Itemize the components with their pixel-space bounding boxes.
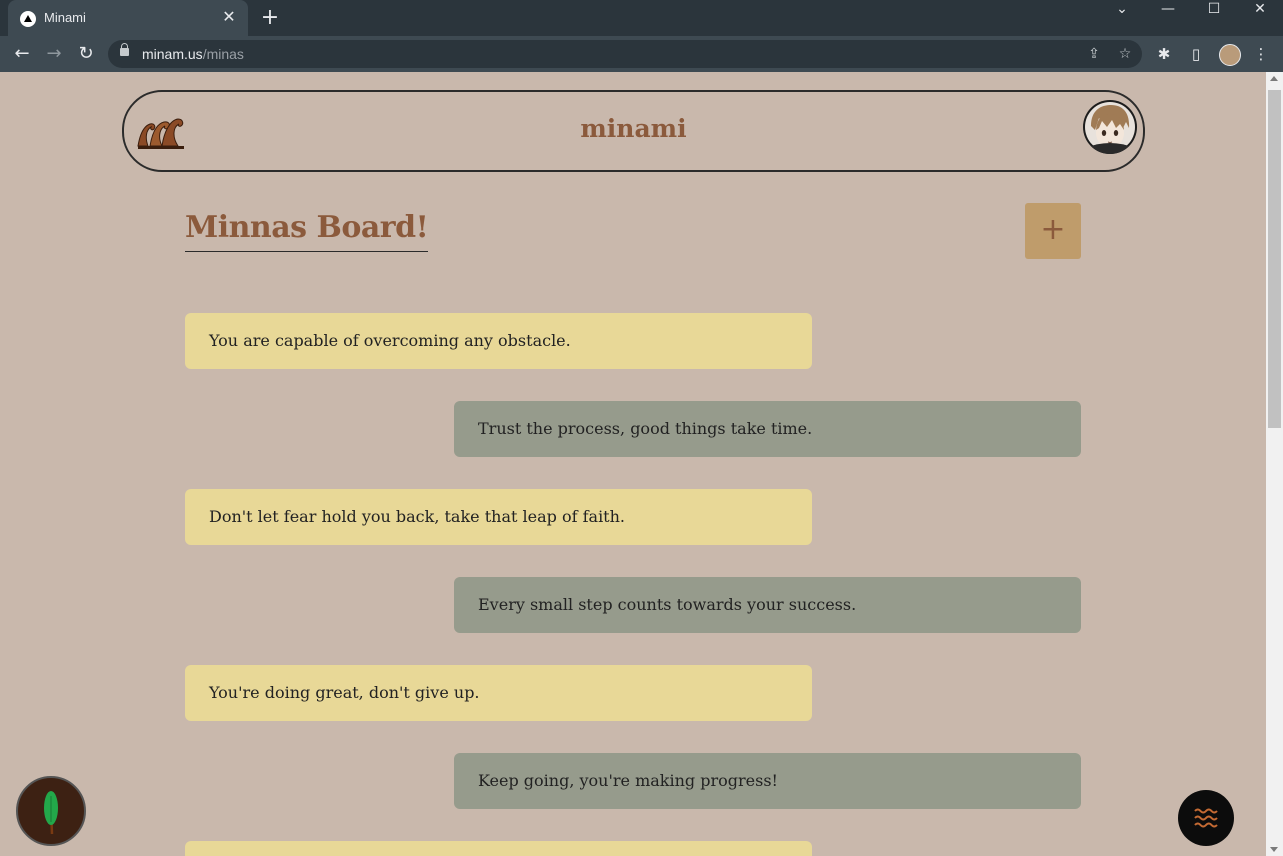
lock-icon (120, 43, 129, 56)
message-card[interactable]: Keep going, you're making progress! (454, 753, 1081, 809)
page-viewport: minami Minnas Board! + You are capable o… (0, 72, 1266, 856)
tree-button[interactable] (16, 776, 86, 846)
message-card[interactable]: Trust the process, good things take time… (454, 401, 1081, 457)
extensions-puzzle-icon[interactable]: ✱ (1154, 44, 1174, 64)
profile-avatar[interactable] (1219, 44, 1241, 66)
url-path: /minas (202, 46, 244, 62)
browser-tab[interactable]: Minami ✕ (8, 0, 248, 36)
favicon-icon (20, 11, 36, 27)
menu-button[interactable] (1178, 790, 1234, 846)
tab-search-button[interactable]: ⌄ (1102, 0, 1142, 20)
message-card[interactable]: You're doing great, don't give up. (185, 665, 812, 721)
url-text: minam.us/minas (142, 46, 244, 62)
site-title[interactable]: minami (124, 114, 1143, 143)
maximize-button[interactable]: ☐ (1194, 0, 1234, 20)
side-panel-icon[interactable]: ▯ (1186, 44, 1206, 64)
back-button[interactable]: ← (9, 42, 35, 66)
tab-close-button[interactable]: ✕ (220, 8, 238, 26)
message-card[interactable]: Don't let fear hold you back, take that … (185, 489, 812, 545)
new-tab-button[interactable]: + (258, 6, 282, 30)
message-card[interactable]: You are capable of overcoming any obstac… (185, 313, 812, 369)
waves-menu-icon (1194, 808, 1218, 828)
browser-toolbar: ← → ↻ minam.us/minas ⇪ ☆ ✱ ▯ ⋮ (0, 36, 1283, 72)
tree-icon (44, 791, 58, 835)
scroll-thumb[interactable] (1268, 90, 1281, 428)
bookmark-star-icon[interactable]: ☆ (1115, 44, 1135, 64)
scroll-down-arrow-icon[interactable] (1270, 847, 1278, 852)
message-card[interactable]: Every small step counts towards your suc… (454, 577, 1081, 633)
share-icon[interactable]: ⇪ (1084, 44, 1104, 64)
page-scrollbar[interactable] (1266, 72, 1283, 856)
site-header: minami (122, 90, 1145, 172)
browser-menu-icon[interactable]: ⋮ (1251, 44, 1271, 64)
tab-title: Minami (44, 10, 86, 25)
scroll-up-arrow-icon[interactable] (1270, 76, 1278, 81)
forward-button[interactable]: → (41, 42, 67, 66)
url-host: minam.us (142, 46, 203, 62)
close-window-button[interactable]: ✕ (1240, 0, 1280, 20)
message-card[interactable] (185, 841, 812, 856)
browser-tab-strip: Minami ✕ + ⌄ — ☐ ✕ (0, 0, 1283, 36)
address-bar[interactable]: minam.us/minas ⇪ ☆ (108, 40, 1142, 68)
board-title: Minnas Board! (185, 210, 429, 252)
reload-button[interactable]: ↻ (73, 42, 99, 66)
add-note-button[interactable]: + (1025, 203, 1081, 259)
user-avatar[interactable] (1083, 100, 1137, 154)
minimize-button[interactable]: — (1148, 0, 1188, 20)
anime-avatar-icon (1085, 102, 1135, 154)
